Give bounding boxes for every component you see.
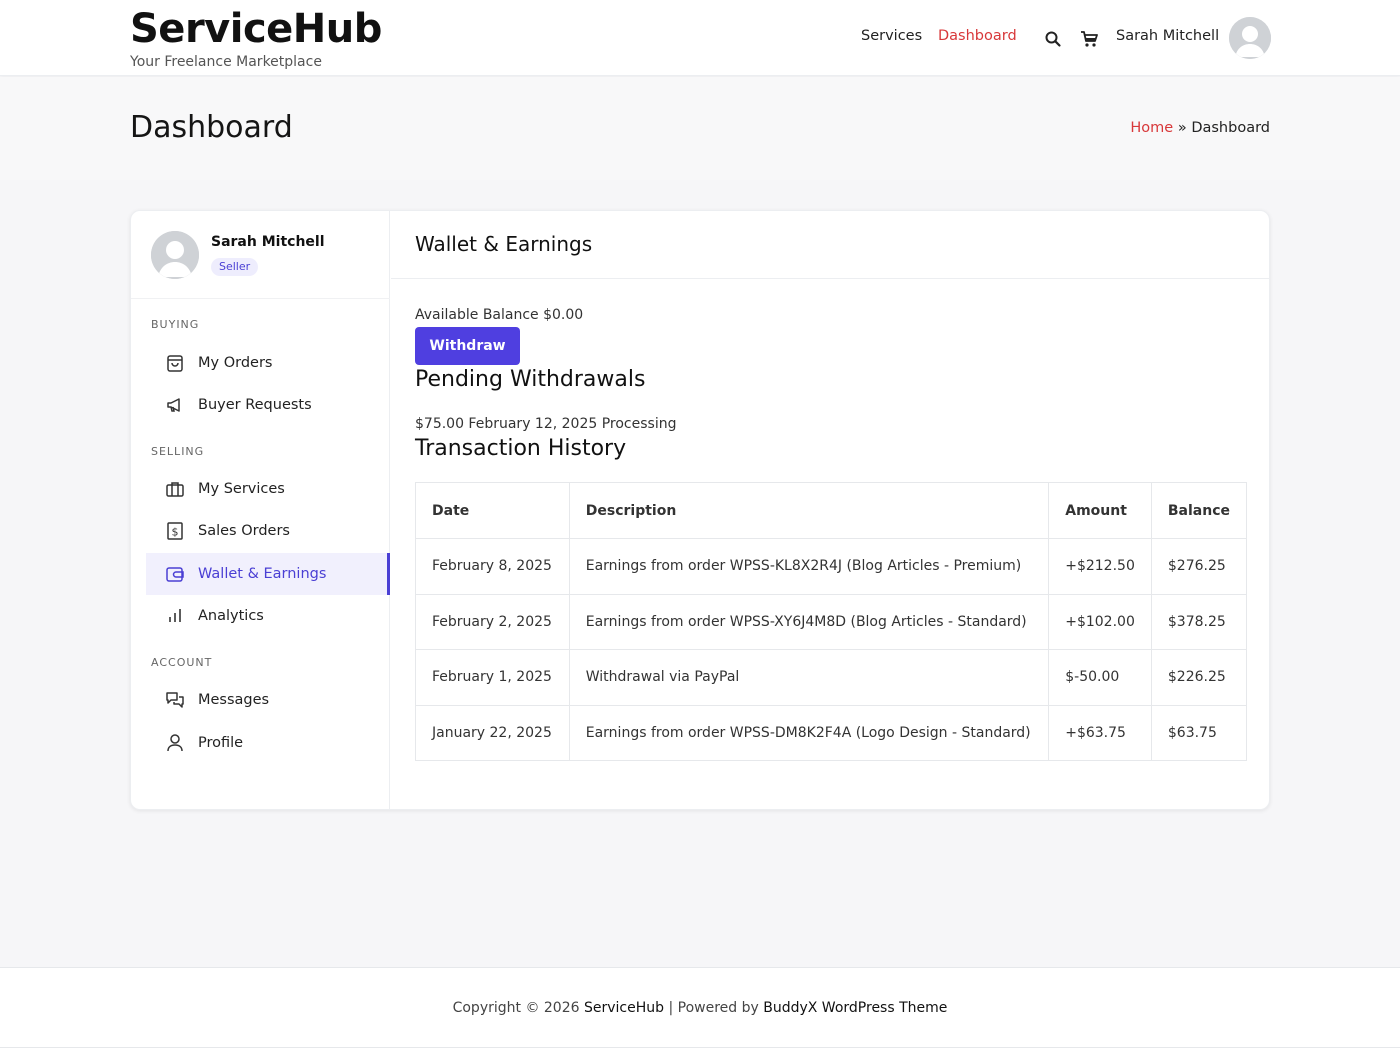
- cell-amount: +$212.50: [1048, 538, 1152, 595]
- cell-date: February 2, 2025: [415, 593, 570, 650]
- column-header-balance: Balance: [1150, 482, 1248, 539]
- section-title-selling: SELLING: [151, 445, 205, 458]
- column-header-description: Description: [568, 482, 1050, 539]
- sidebar-item-analytics[interactable]: Analytics: [146, 595, 390, 637]
- header-user-name[interactable]: Sarah Mitchell: [1116, 28, 1219, 44]
- header-avatar[interactable]: [1229, 17, 1271, 59]
- content-header: Wallet & Earnings: [391, 211, 1269, 279]
- cell-balance: $226.25: [1150, 649, 1248, 706]
- cell-description: Withdrawal via PayPal: [568, 649, 1050, 706]
- sidebar-item-profile[interactable]: Profile: [146, 722, 390, 764]
- receipt-dollar-icon: $: [165, 521, 185, 541]
- sidebar-item-label: Profile: [198, 735, 244, 751]
- sidebar-item-label: Wallet & Earnings: [198, 566, 327, 582]
- sidebar-item-label: My Services: [198, 481, 285, 497]
- footer-copyright: Copyright © 2026 ServiceHub | Powered by…: [0, 1000, 1400, 1016]
- site-title[interactable]: ServiceHub: [130, 6, 382, 52]
- cell-amount: +$63.75: [1048, 704, 1152, 761]
- sidebar-item-wallet-earnings[interactable]: Wallet & Earnings: [146, 553, 390, 595]
- megaphone-icon: [165, 395, 185, 415]
- section-title-account: ACCOUNT: [151, 656, 213, 669]
- svg-text:$: $: [172, 526, 179, 539]
- cart-icon[interactable]: [1080, 30, 1098, 48]
- sidebar-item-messages[interactable]: Messages: [146, 679, 390, 721]
- role-badge: Seller: [211, 258, 259, 276]
- transaction-table: Date Description Amount Balance February…: [415, 482, 1248, 761]
- table-row: February 2, 2025 Earnings from order WPS…: [415, 593, 1248, 650]
- page-title-band: Dashboard Home » Dashboard: [0, 77, 1400, 180]
- footer-site-link[interactable]: ServiceHub: [584, 1000, 664, 1016]
- sidebar-item-my-orders[interactable]: My Orders: [146, 342, 390, 384]
- cell-amount: $-50.00: [1048, 649, 1152, 706]
- page-title: Dashboard: [130, 110, 293, 145]
- chat-bubbles-icon: [165, 690, 185, 710]
- bar-chart-icon: [165, 606, 185, 626]
- table-row: February 1, 2025 Withdrawal via PayPal $…: [415, 649, 1248, 706]
- profile-name: Sarah Mitchell: [211, 234, 325, 250]
- sidebar-item-label: Sales Orders: [198, 523, 290, 539]
- cell-balance: $63.75: [1150, 704, 1248, 761]
- available-balance: Available Balance $0.00: [415, 307, 584, 323]
- table-row: February 8, 2025 Earnings from order WPS…: [415, 538, 1248, 595]
- pending-withdrawals-heading: Pending Withdrawals: [415, 367, 646, 392]
- cell-description: Earnings from order WPSS-KL8X2R4J (Blog …: [568, 538, 1050, 595]
- footer-prefix: Copyright © 2026: [452, 1000, 584, 1016]
- sidebar-profile: Sarah Mitchell Seller: [131, 211, 390, 299]
- column-header-date: Date: [415, 482, 570, 539]
- cell-description: Earnings from order WPSS-DM8K2F4A (Logo …: [568, 704, 1050, 761]
- sidebar-item-sales-orders[interactable]: $ Sales Orders: [146, 510, 390, 552]
- transaction-history-heading: Transaction History: [415, 436, 627, 461]
- nav-services[interactable]: Services: [861, 28, 922, 50]
- sidebar-item-label: Buyer Requests: [198, 397, 312, 413]
- cell-date: February 1, 2025: [415, 649, 570, 706]
- cell-date: January 22, 2025: [415, 704, 570, 761]
- breadcrumb-home[interactable]: Home: [1130, 120, 1173, 136]
- sidebar-item-label: Messages: [198, 692, 270, 708]
- sidebar-item-my-services[interactable]: My Services: [146, 468, 390, 510]
- footer-middle: | Powered by: [664, 1000, 764, 1016]
- pending-withdrawal-item: $75.00 February 12, 2025 Processing: [415, 416, 677, 432]
- site-tagline: Your Freelance Marketplace: [130, 54, 322, 70]
- cell-balance: $276.25: [1150, 538, 1248, 595]
- site-footer: Copyright © 2026 ServiceHub | Powered by…: [0, 967, 1400, 1048]
- cell-balance: $378.25: [1150, 593, 1248, 650]
- table-header-row: Date Description Amount Balance: [415, 482, 1248, 539]
- section-title-buying: BUYING: [151, 318, 200, 331]
- cell-date: February 8, 2025: [415, 538, 570, 595]
- wallet-content: Wallet & Earnings Available Balance $0.0…: [391, 211, 1269, 809]
- sidebar-item-buyer-requests[interactable]: Buyer Requests: [146, 384, 390, 426]
- cell-description: Earnings from order WPSS-XY6J4M8D (Blog …: [568, 593, 1050, 650]
- section-title: Wallet & Earnings: [415, 232, 593, 256]
- sidebar-item-label: Analytics: [198, 608, 264, 624]
- nav-dashboard[interactable]: Dashboard: [938, 28, 1017, 50]
- table-row: January 22, 2025 Earnings from order WPS…: [415, 704, 1248, 761]
- site-header: ServiceHub Your Freelance Marketplace Se…: [0, 0, 1400, 76]
- brand[interactable]: ServiceHub Your Freelance Marketplace: [130, 6, 382, 71]
- column-header-amount: Amount: [1048, 482, 1152, 539]
- breadcrumb-separator: »: [1173, 120, 1192, 136]
- avatar: [151, 231, 199, 279]
- breadcrumb: Home » Dashboard: [1130, 118, 1270, 138]
- sidebar-item-label: My Orders: [198, 355, 273, 371]
- wallet-icon: [165, 564, 185, 584]
- briefcase-icon: [165, 479, 185, 499]
- dashboard-sidebar: Sarah Mitchell Seller BUYING My Orders B…: [131, 211, 390, 809]
- withdraw-button[interactable]: Withdraw: [415, 327, 520, 365]
- dashboard-card: Sarah Mitchell Seller BUYING My Orders B…: [130, 210, 1270, 810]
- cell-amount: +$102.00: [1048, 593, 1152, 650]
- search-icon[interactable]: [1044, 30, 1062, 48]
- footer-theme-link[interactable]: BuddyX WordPress Theme: [763, 1000, 947, 1016]
- shopping-bag-icon: [165, 353, 185, 373]
- user-icon: [165, 733, 185, 753]
- breadcrumb-current: Dashboard: [1191, 120, 1270, 136]
